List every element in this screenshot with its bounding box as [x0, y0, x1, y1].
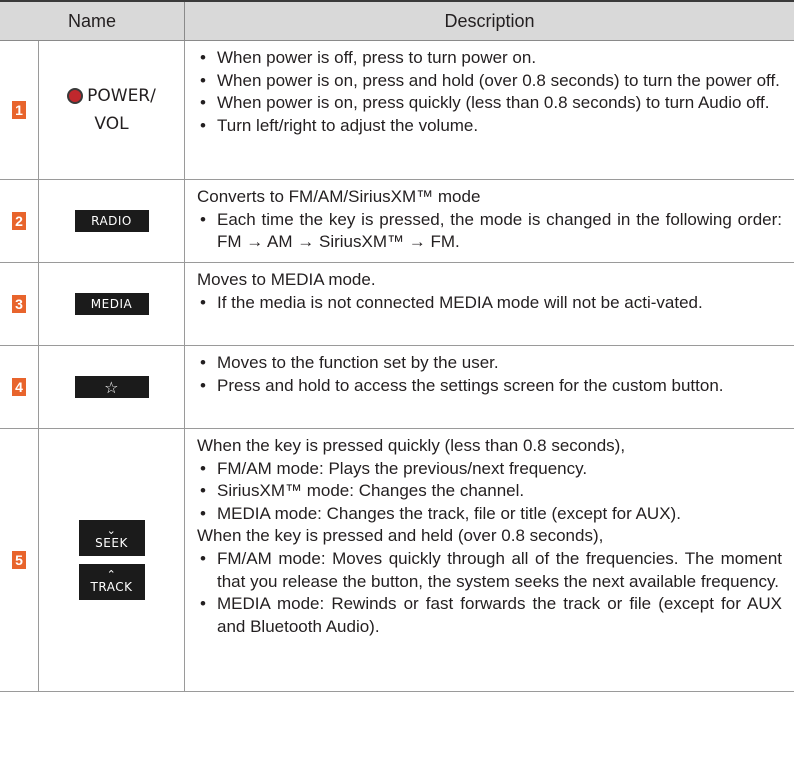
power-label: POWER/: [87, 86, 156, 106]
row-intro: Moves to MEDIA mode.: [197, 270, 376, 289]
header-description: Description: [444, 10, 535, 31]
list-item: Each time the key is pressed, the mode i…: [197, 209, 782, 254]
row-number: 4: [0, 346, 39, 428]
seek-button: ⌄ SEEK: [78, 520, 145, 556]
row-number: 2: [0, 180, 39, 262]
table-row: 3 MEDIA Moves to MEDIA mode. If the medi…: [0, 263, 794, 346]
seek-label: SEEK: [95, 536, 128, 550]
media-button: MEDIA: [74, 293, 149, 315]
radio-button: RADIO: [74, 210, 149, 232]
chevron-down-icon: ⌄: [106, 524, 117, 537]
list-item: FM/AM mode: Moves quickly through all of…: [197, 548, 782, 593]
star-icon: ☆: [74, 376, 149, 398]
row-description: Moves to MEDIA mode. If the media is not…: [185, 263, 794, 345]
row-number: 5: [0, 429, 39, 691]
row-number: 1: [0, 41, 39, 179]
list-item: MEDIA mode: Rewinds or fast forwards the…: [197, 593, 782, 638]
row-intro-2: When the key is pressed and held (over 0…: [197, 526, 604, 546]
table-row: 4 ☆ Moves to the function set by the use…: [0, 346, 794, 429]
table-row: 1 POWER/ VOL When power is off, press to…: [0, 41, 794, 180]
list-item: Moves to the function set by the user.: [197, 352, 782, 375]
list-item: If the media is not connected MEDIA mode…: [197, 292, 782, 315]
row-description: When power is off, press to turn power o…: [185, 41, 794, 179]
row-description: When the key is pressed quickly (less th…: [185, 429, 794, 691]
row-description: Converts to FM/AM/SiriusXM™ mode Each ti…: [185, 180, 794, 262]
row-description: Moves to the function set by the user. P…: [185, 346, 794, 428]
row-number: 3: [0, 263, 39, 345]
table-row: 2 RADIO Converts to FM/AM/SiriusXM™ mode…: [0, 180, 794, 263]
track-button: ⌃ TRACK: [78, 564, 145, 600]
vol-label: VOL: [94, 114, 129, 134]
list-item: When power is on, press and hold (over 0…: [197, 70, 782, 93]
list-item: When power is off, press to turn power o…: [197, 47, 782, 70]
row-intro: Converts to FM/AM/SiriusXM™ mode: [197, 187, 481, 206]
row-intro: When the key is pressed quickly (less th…: [197, 436, 626, 455]
table-header: Name Description: [0, 2, 794, 41]
header-name: Name: [0, 2, 185, 40]
power-knob-icon: [67, 88, 84, 104]
list-item: MEDIA mode: Changes the track, file or t…: [197, 503, 782, 526]
list-item: When power is on, press quickly (less th…: [197, 92, 782, 115]
list-item: FM/AM mode: Plays the previous/next freq…: [197, 458, 782, 481]
power-vol-knob: POWER/ VOL: [39, 41, 185, 179]
track-label: TRACK: [90, 580, 133, 594]
chevron-up-icon: ⌃: [106, 568, 117, 581]
table-row: 5 ⌄ SEEK ⌃ TRACK When the key is pressed…: [0, 429, 794, 692]
list-item: Turn left/right to adjust the volume.: [197, 115, 782, 138]
list-item: Press and hold to access the settings sc…: [197, 375, 782, 398]
function-table: Name Description 1 POWER/ VOL When power…: [0, 0, 794, 692]
list-item: SiriusXM™ mode: Changes the channel.: [197, 480, 782, 503]
